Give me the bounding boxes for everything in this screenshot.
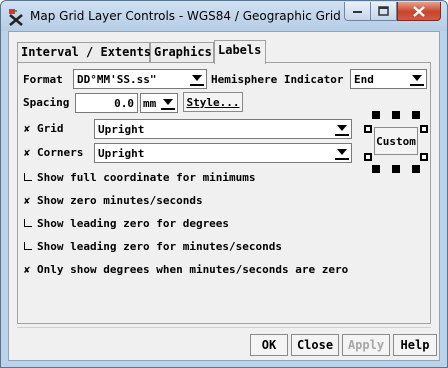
dialog-window: Map Grid Layer Controls - WGS84 / Geogra… xyxy=(0,0,448,368)
option-label: Show leading zero for minutes/seconds xyxy=(37,240,283,253)
option-checkbox[interactable] xyxy=(24,219,32,227)
ok-button[interactable]: OK xyxy=(250,334,288,356)
grid-orientation-value: Upright xyxy=(98,123,145,136)
option-checkbox[interactable] xyxy=(24,242,32,250)
hemisphere-label: Hemisphere Indicator xyxy=(211,73,344,86)
labels-panel: Format DD°MM'SS.ss" Hemisphere Indicator… xyxy=(17,62,431,324)
footer-separator xyxy=(17,327,431,328)
window-title: Map Grid Layer Controls - WGS84 / Geogra… xyxy=(30,9,341,23)
close-button[interactable]: Close xyxy=(291,334,339,356)
option-checkbox[interactable] xyxy=(24,173,32,181)
style-button[interactable]: Style... xyxy=(183,92,243,112)
anchor-right-top[interactable] xyxy=(420,125,428,133)
option-label: Show zero minutes/seconds xyxy=(37,194,203,207)
anchor-bottom-left[interactable] xyxy=(372,165,380,173)
option-label: Only show degrees when minutes/seconds a… xyxy=(37,263,349,276)
grid-label: Grid xyxy=(37,122,64,135)
anchor-top-left[interactable] xyxy=(372,111,380,119)
chevron-down-icon xyxy=(335,146,349,160)
format-label: Format xyxy=(23,73,63,86)
anchor-top-right[interactable] xyxy=(412,111,420,119)
map-grid-app-icon xyxy=(9,9,23,26)
close-window-button[interactable] xyxy=(397,2,441,21)
close-icon xyxy=(413,5,425,17)
anchor-bottom-center[interactable] xyxy=(392,165,400,173)
chevron-down-icon xyxy=(410,72,424,86)
corners-orientation-dropdown[interactable]: Upright xyxy=(94,143,352,163)
anchor-right-bottom[interactable] xyxy=(420,153,428,161)
label-position-selector: Custom xyxy=(364,111,428,173)
format-dropdown[interactable]: DD°MM'SS.ss" xyxy=(73,69,207,89)
dialog-body: Interval / Extents Graphics Labels Forma… xyxy=(8,31,440,361)
spacing-unit-dropdown[interactable]: mm xyxy=(140,93,178,113)
corners-orientation-value: Upright xyxy=(98,147,145,160)
grid-checkbox[interactable]: ✘ xyxy=(24,125,33,135)
spacing-label: Spacing xyxy=(23,96,70,109)
title-bar[interactable]: Map Grid Layer Controls - WGS84 / Geogra… xyxy=(1,1,447,31)
anchor-left-top[interactable] xyxy=(364,125,372,133)
hemisphere-value: End xyxy=(354,73,374,86)
option-label: Show full coordinate for minimums xyxy=(37,171,256,184)
anchor-left-bottom[interactable] xyxy=(364,153,372,161)
spacing-unit-value: mm xyxy=(143,97,157,110)
format-value: DD°MM'SS.ss" xyxy=(77,73,157,86)
corners-checkbox[interactable]: ✘ xyxy=(24,149,33,159)
tab-graphics[interactable]: Graphics xyxy=(150,42,214,63)
grid-orientation-dropdown[interactable]: Upright xyxy=(94,119,352,139)
custom-button[interactable]: Custom xyxy=(374,127,418,155)
style-button-label: Style... xyxy=(186,95,240,109)
chevron-down-icon xyxy=(335,122,349,136)
option-checkbox[interactable]: ✘ xyxy=(24,266,33,276)
spacing-input[interactable]: 0.0 xyxy=(75,93,138,113)
minimize-button[interactable] xyxy=(344,2,371,21)
tab-interval-extents[interactable]: Interval / Extents xyxy=(17,42,151,63)
minimize-icon xyxy=(352,11,362,13)
tab-labels[interactable]: Labels xyxy=(214,40,266,64)
maximize-icon xyxy=(378,6,389,16)
corners-label: Corners xyxy=(37,146,84,159)
anchor-bottom-right[interactable] xyxy=(412,165,420,173)
option-label: Show leading zero for degrees xyxy=(37,217,230,230)
option-checkbox[interactable]: ✘ xyxy=(24,197,33,207)
window-controls xyxy=(344,2,441,22)
apply-button[interactable]: Apply xyxy=(342,334,390,356)
chevron-down-icon xyxy=(161,96,175,110)
anchor-top-center[interactable] xyxy=(392,111,400,119)
maximize-button[interactable] xyxy=(371,2,397,21)
chevron-down-icon xyxy=(190,72,204,86)
help-button[interactable]: Help xyxy=(393,334,437,356)
hemisphere-dropdown[interactable]: End xyxy=(350,69,427,89)
